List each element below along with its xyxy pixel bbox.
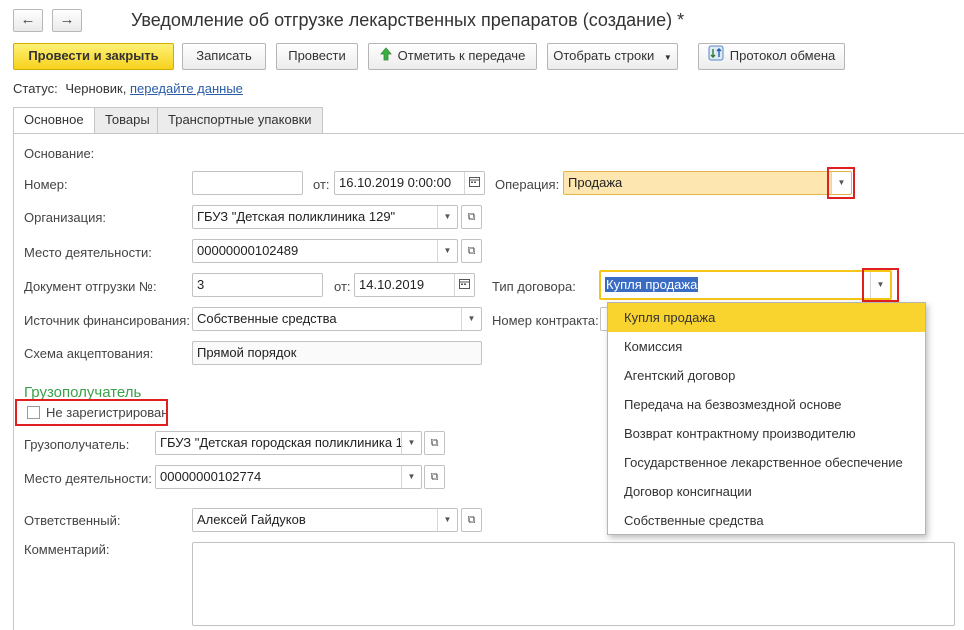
status-line: Статус: Черновик, передайте данные bbox=[13, 81, 243, 96]
dropdown-option[interactable]: Возврат контрактному производителю bbox=[608, 419, 925, 448]
contract-type-label: Тип договора: bbox=[492, 279, 576, 294]
chevron-down-icon[interactable]: ▼ bbox=[437, 206, 457, 228]
dropdown-option[interactable]: Договор консигнации bbox=[608, 477, 925, 506]
chevron-down-icon[interactable]: ▼ bbox=[437, 240, 457, 262]
number-label: Номер: bbox=[24, 177, 68, 192]
status-label: Статус: bbox=[13, 81, 58, 96]
transfer-data-link[interactable]: передайте данные bbox=[130, 81, 243, 96]
calendar-icon[interactable] bbox=[454, 274, 474, 296]
highlight-contract-type-dropdown bbox=[862, 268, 899, 302]
organization-input[interactable]: ГБУЗ "Детская поликлиника 129" ▼ bbox=[192, 205, 458, 229]
consignee-place-value: 00000000102774 bbox=[160, 469, 262, 484]
post-button[interactable]: Провести bbox=[276, 43, 358, 70]
arrow-up-green-icon bbox=[379, 45, 392, 69]
number-input[interactable] bbox=[192, 171, 303, 195]
save-button[interactable]: Записать bbox=[182, 43, 266, 70]
open-responsible-button[interactable]: ⧉ bbox=[461, 508, 482, 532]
funding-source-select[interactable]: Собственные средства ▼ bbox=[192, 307, 482, 331]
organization-value: ГБУЗ "Детская поликлиника 129" bbox=[197, 209, 396, 224]
select-rows-label: Отобрать строки bbox=[553, 48, 655, 63]
exchange-log-label: Протокол обмена bbox=[729, 48, 836, 63]
tab-transport-packages[interactable]: Транспортные упаковки bbox=[157, 107, 323, 133]
select-rows-button[interactable]: Отобрать строки ▼ bbox=[547, 43, 678, 70]
operation-select[interactable]: Продажа ▼ bbox=[563, 171, 852, 195]
contract-type-select[interactable]: Купля продажа ▼ bbox=[599, 270, 892, 300]
contract-number-label: Номер контракта: bbox=[492, 313, 599, 328]
exchange-log-icon bbox=[708, 45, 724, 69]
chevron-down-icon[interactable]: ▼ bbox=[437, 509, 457, 531]
shipment-doc-input[interactable]: 3 bbox=[192, 273, 323, 297]
dropdown-option[interactable]: Комиссия bbox=[608, 332, 925, 361]
consignee-place-input[interactable]: 00000000102774 ▼ bbox=[155, 465, 422, 489]
forward-button[interactable]: → bbox=[52, 9, 82, 32]
place-input[interactable]: 00000000102489 ▼ bbox=[192, 239, 458, 263]
organization-label: Организация: bbox=[24, 210, 107, 225]
date-input[interactable]: 16.10.2019 0:00:00 bbox=[334, 171, 485, 195]
chevron-down-icon[interactable]: ▼ bbox=[461, 308, 481, 330]
page-title: Уведомление об отгрузке лекарственных пр… bbox=[131, 10, 685, 30]
contract-type-value: Купля продажа bbox=[605, 277, 699, 292]
date-value: 16.10.2019 0:00:00 bbox=[339, 175, 452, 190]
shipment-date-from-label: от: bbox=[334, 279, 351, 294]
operation-value: Продажа bbox=[568, 175, 623, 190]
dropdown-option[interactable]: Государственное лекарственное обеспечени… bbox=[608, 448, 925, 477]
open-place-button[interactable]: ⧉ bbox=[461, 239, 482, 263]
tab-goods[interactable]: Товары bbox=[94, 107, 161, 133]
calendar-icon[interactable] bbox=[464, 172, 484, 194]
highlight-not-registered bbox=[15, 399, 168, 426]
chevron-down-icon[interactable]: ▼ bbox=[401, 466, 421, 488]
open-link-icon: ⧉ bbox=[467, 514, 476, 526]
exchange-log-button[interactable]: Протокол обмена bbox=[698, 43, 845, 70]
responsible-label: Ответственный: bbox=[24, 513, 121, 528]
arrow-left-icon: ← bbox=[20, 11, 36, 28]
funding-source-label: Источник финансирования: bbox=[24, 313, 190, 328]
tab-main[interactable]: Основное bbox=[13, 107, 95, 134]
open-link-icon: ⧉ bbox=[430, 437, 439, 449]
date-from-label: от: bbox=[313, 177, 330, 192]
dropdown-option[interactable]: Купля продажа bbox=[608, 303, 925, 332]
consignee-label: Грузополучатель: bbox=[24, 437, 130, 452]
status-value: Черновик, bbox=[65, 81, 127, 96]
open-link-icon: ⧉ bbox=[430, 471, 439, 483]
open-consignee-place-button[interactable]: ⧉ bbox=[424, 465, 445, 489]
open-link-icon: ⧉ bbox=[467, 211, 476, 223]
basis-label: Основание: bbox=[24, 146, 95, 161]
dropdown-option[interactable]: Агентский договор bbox=[608, 361, 925, 390]
arrow-right-icon: → bbox=[59, 11, 75, 28]
contract-type-dropdown-list: Купля продажа Комиссия Агентский договор… bbox=[607, 302, 926, 535]
acceptance-scheme-field: Прямой порядок bbox=[192, 341, 482, 365]
comment-textarea[interactable] bbox=[192, 542, 955, 626]
mark-transfer-label: Отметить к передаче bbox=[397, 48, 526, 63]
consignee-value: ГБУЗ "Детская городская поликлиника 1 bbox=[160, 435, 403, 450]
acceptance-scheme-label: Схема акцептования: bbox=[24, 346, 154, 361]
chevron-down-icon: ▼ bbox=[663, 53, 672, 62]
dropdown-option[interactable]: Собственные средства bbox=[608, 506, 925, 535]
shipment-date-value: 14.10.2019 bbox=[359, 277, 425, 292]
highlight-operation-dropdown bbox=[827, 167, 855, 199]
post-and-close-button[interactable]: Провести и закрыть bbox=[13, 43, 174, 70]
dropdown-option[interactable]: Передача на безвозмездной основе bbox=[608, 390, 925, 419]
place-value: 00000000102489 bbox=[197, 243, 299, 258]
shipment-doc-label: Документ отгрузки №: bbox=[24, 279, 157, 294]
responsible-input[interactable]: Алексей Гайдуков ▼ bbox=[192, 508, 458, 532]
back-button[interactable]: ← bbox=[13, 9, 43, 32]
funding-source-value: Собственные средства bbox=[197, 311, 337, 326]
chevron-down-icon[interactable]: ▼ bbox=[401, 432, 421, 454]
open-link-icon: ⧉ bbox=[467, 245, 476, 257]
tab-divider bbox=[13, 133, 964, 134]
comment-label: Комментарий: bbox=[24, 542, 110, 557]
consignee-input[interactable]: ГБУЗ "Детская городская поликлиника 1 ▼ bbox=[155, 431, 422, 455]
mark-transfer-button[interactable]: Отметить к передаче bbox=[368, 43, 537, 70]
open-consignee-button[interactable]: ⧉ bbox=[424, 431, 445, 455]
responsible-value: Алексей Гайдуков bbox=[197, 512, 306, 527]
consignee-place-label: Место деятельности: bbox=[24, 471, 152, 486]
open-organization-button[interactable]: ⧉ bbox=[461, 205, 482, 229]
place-label: Место деятельности: bbox=[24, 245, 152, 260]
panel-border bbox=[13, 133, 14, 630]
operation-label: Операция: bbox=[495, 177, 560, 192]
shipment-date-input[interactable]: 14.10.2019 bbox=[354, 273, 475, 297]
